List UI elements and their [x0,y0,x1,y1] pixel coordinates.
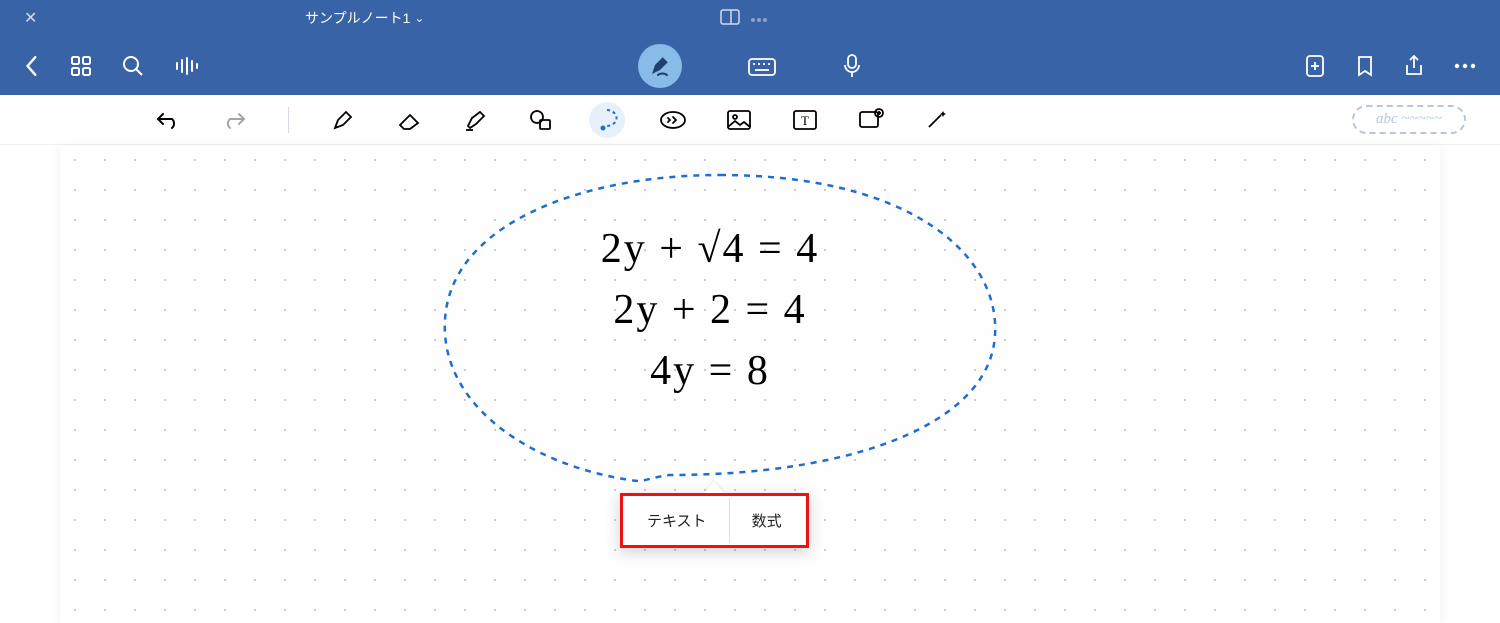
ocr-placeholder-text: abc ~~~~~ [1376,111,1442,128]
search-icon[interactable] [122,55,144,77]
redo-icon[interactable] [216,102,252,138]
equation-line-2: 2y + 2 = 4 [500,280,920,341]
mic-icon[interactable] [842,53,862,79]
back-button[interactable] [24,55,40,77]
document-title-dropdown[interactable]: サンプルノート1 ⌄ [305,8,424,28]
document-title-text: サンプルノート1 [305,8,410,28]
audio-wave-icon[interactable] [174,55,198,77]
share-icon[interactable] [1404,54,1424,78]
equation-line-3: 4y = 8 [500,341,920,402]
bookmark-icon[interactable] [1356,54,1374,78]
action-row [0,36,1500,95]
text-tool-icon[interactable]: T [787,102,823,138]
convert-popup: テキスト 数式 [620,481,809,548]
draw-mode-button[interactable] [638,44,682,88]
stamp-tool-icon[interactable] [655,102,691,138]
shapes-tool-icon[interactable] [523,102,559,138]
add-page-icon[interactable] [1304,54,1326,78]
eraser-tool-icon[interactable] [391,102,427,138]
popup-arrow [704,481,724,493]
handwritten-math: 2y + √4 = 4 2y + 2 = 4 4y = 8 [500,219,920,402]
keyboard-icon[interactable] [747,55,777,77]
svg-text:T: T [801,113,809,128]
lasso-tool-icon[interactable] [589,102,625,138]
magic-tool-icon[interactable] [919,102,955,138]
canvas-container: 2y + √4 = 4 2y + 2 = 4 4y = 8 テキスト 数式 [0,145,1500,623]
image-tool-icon[interactable] [721,102,757,138]
window-dots-icon[interactable] [750,10,768,28]
pen-tool-icon[interactable] [325,102,361,138]
multitask-icon[interactable] [720,9,740,30]
top-nav-bar: ✕ サンプルノート1 ⌄ [0,0,1500,95]
grid-icon[interactable] [70,55,92,77]
chevron-down-icon: ⌄ [414,11,424,25]
more-icon[interactable] [1454,63,1476,69]
convert-to-formula-button[interactable]: 数式 [730,498,804,543]
highlighter-tool-icon[interactable] [457,102,493,138]
editing-toolbar: T abc ~~~~~ [0,95,1500,145]
undo-icon[interactable] [150,102,186,138]
link-tool-icon[interactable] [853,102,889,138]
note-canvas[interactable]: 2y + √4 = 4 2y + 2 = 4 4y = 8 テキスト 数式 [60,145,1440,623]
equation-line-1: 2y + √4 = 4 [500,219,920,280]
ocr-input-placeholder[interactable]: abc ~~~~~ [1352,105,1466,134]
title-row: ✕ サンプルノート1 ⌄ [0,0,1500,36]
toolbar-divider [288,107,289,133]
close-button[interactable]: ✕ [24,8,37,28]
convert-to-text-button[interactable]: テキスト [625,498,729,543]
